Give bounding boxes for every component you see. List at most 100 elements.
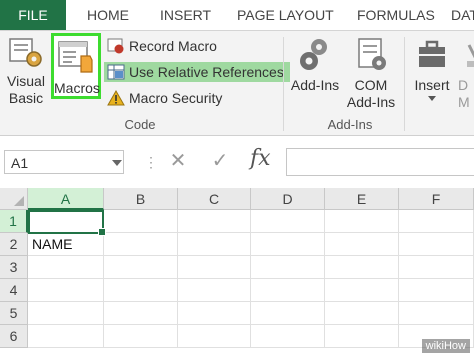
record-macro-label: Record Macro [129,38,217,54]
warning-icon [107,90,125,106]
ribbon-separator [283,37,284,131]
insert-controls-label: Insert [414,77,450,93]
row-header-2[interactable]: 2 [0,233,28,256]
grid-cell[interactable] [104,256,178,279]
column-header-d[interactable]: D [251,188,325,210]
com-add-ins-label-1: COM [354,77,388,93]
grid-cell[interactable] [325,325,399,348]
design-mode-button[interactable]: D M [458,35,474,111]
use-relative-references-label: Use Relative References [129,64,284,80]
column-header-f[interactable]: F [399,188,474,210]
grid-cell[interactable] [399,210,474,233]
visual-basic-label-2: Basic [8,90,44,106]
row-header-5[interactable]: 5 [0,302,28,325]
column-header-e[interactable]: E [325,188,399,210]
grid-cell[interactable] [28,325,104,348]
grid-cell[interactable] [399,279,474,302]
grid-cell[interactable] [325,279,399,302]
grid-cell[interactable] [251,233,325,256]
add-ins-button[interactable]: Add-Ins [289,35,341,94]
worksheet-grid: A B C D E F 1 2 3 4 5 6 NAME [0,188,474,355]
watermark: wikiHow [421,339,470,353]
grid-cell[interactable] [251,256,325,279]
grid-cell[interactable] [178,325,251,348]
grid-cell[interactable] [104,233,178,256]
select-all-triangle-icon [14,196,24,206]
grid-cell[interactable] [399,233,474,256]
com-add-ins-button[interactable]: COM Add-Ins [343,35,399,111]
insert-function-button[interactable]: fx [250,146,271,171]
design-mode-label-2: M [458,94,470,110]
active-cell-a1[interactable] [28,210,106,236]
tab-insert[interactable]: INSERT [160,0,211,30]
grid-cell[interactable] [178,210,251,233]
grid-cell[interactable] [325,210,399,233]
grid-cell[interactable] [399,302,474,325]
row-header-1[interactable]: 1 [0,210,28,233]
ribbon-separator [404,37,405,131]
insert-dropdown-arrow [428,96,436,101]
name-box[interactable]: A1 [4,150,124,174]
grid-cell[interactable] [325,233,399,256]
macros-label: Macros [54,80,100,96]
tab-home[interactable]: HOME [87,0,129,30]
grid-cell[interactable] [104,210,178,233]
macros-icon [58,41,93,73]
check-icon[interactable]: ✓ [206,148,234,174]
visual-basic-icon [9,38,42,67]
com-add-ins-label-2: Add-Ins [346,94,396,110]
grid-cell[interactable] [251,302,325,325]
record-macro-button[interactable]: Record Macro [104,36,217,56]
ribbon: Visual Basic Macros Record Macro Use Rel… [0,31,474,136]
add-ins-label: Add-Ins [290,77,340,93]
grid-cell[interactable] [325,302,399,325]
use-relative-references-button[interactable]: Use Relative References [104,62,290,82]
design-mode-label-1: D [458,77,469,93]
ribbon-tab-bar: FILE HOME INSERT PAGE LAYOUT FORMULAS DA… [0,0,474,31]
select-all-button[interactable] [0,188,28,210]
tab-page-layout[interactable]: PAGE LAYOUT [237,0,334,30]
visual-basic-button[interactable]: Visual Basic [4,35,48,107]
macro-security-button[interactable]: Macro Security [104,88,222,108]
close-icon[interactable]: ✕ [164,148,192,174]
grid-cell[interactable] [178,302,251,325]
record-macro-icon [107,38,124,54]
grid-cell[interactable] [178,279,251,302]
gears-icon [300,39,327,70]
grid-cell[interactable] [251,279,325,302]
code-group-label: Code [124,117,156,132]
grid-cell[interactable] [178,233,251,256]
tab-data[interactable]: DATA [451,0,474,30]
grid-cell[interactable] [28,302,104,325]
insert-controls-button[interactable]: Insert [410,35,454,101]
grid-cell[interactable] [28,256,104,279]
grid-cell[interactable] [104,302,178,325]
grid-cell[interactable] [251,325,325,348]
fill-handle[interactable] [98,228,106,236]
macros-button[interactable]: Macros [51,33,101,99]
row-header-4[interactable]: 4 [0,279,28,302]
tab-formulas[interactable]: FORMULAS [357,0,435,30]
formula-input[interactable] [286,148,474,176]
grid-cell[interactable] [325,256,399,279]
grid-cell[interactable] [104,325,178,348]
column-header-a[interactable]: A [28,188,104,210]
visual-basic-label-1: Visual [7,73,45,89]
com-add-ins-icon [358,38,386,70]
grid-cell[interactable] [28,279,104,302]
grid-cell[interactable] [104,279,178,302]
name-box-dropdown-icon[interactable] [112,160,122,166]
column-header-b[interactable]: B [104,188,178,210]
design-mode-icon [467,44,474,67]
formula-bar: A1 ⋮ ✕ ✓ fx [0,136,474,188]
column-header-c[interactable]: C [178,188,251,210]
tab-file[interactable]: FILE [0,0,66,30]
row-header-6[interactable]: 6 [0,325,28,348]
row-header-3[interactable]: 3 [0,256,28,279]
grid-cell[interactable] [178,256,251,279]
relative-references-icon [107,64,125,80]
grid-cell[interactable] [399,256,474,279]
formula-bar-resize-handle[interactable]: ⋮ [144,154,158,171]
cell-a2[interactable]: NAME [28,233,104,256]
grid-cell[interactable] [251,210,325,233]
